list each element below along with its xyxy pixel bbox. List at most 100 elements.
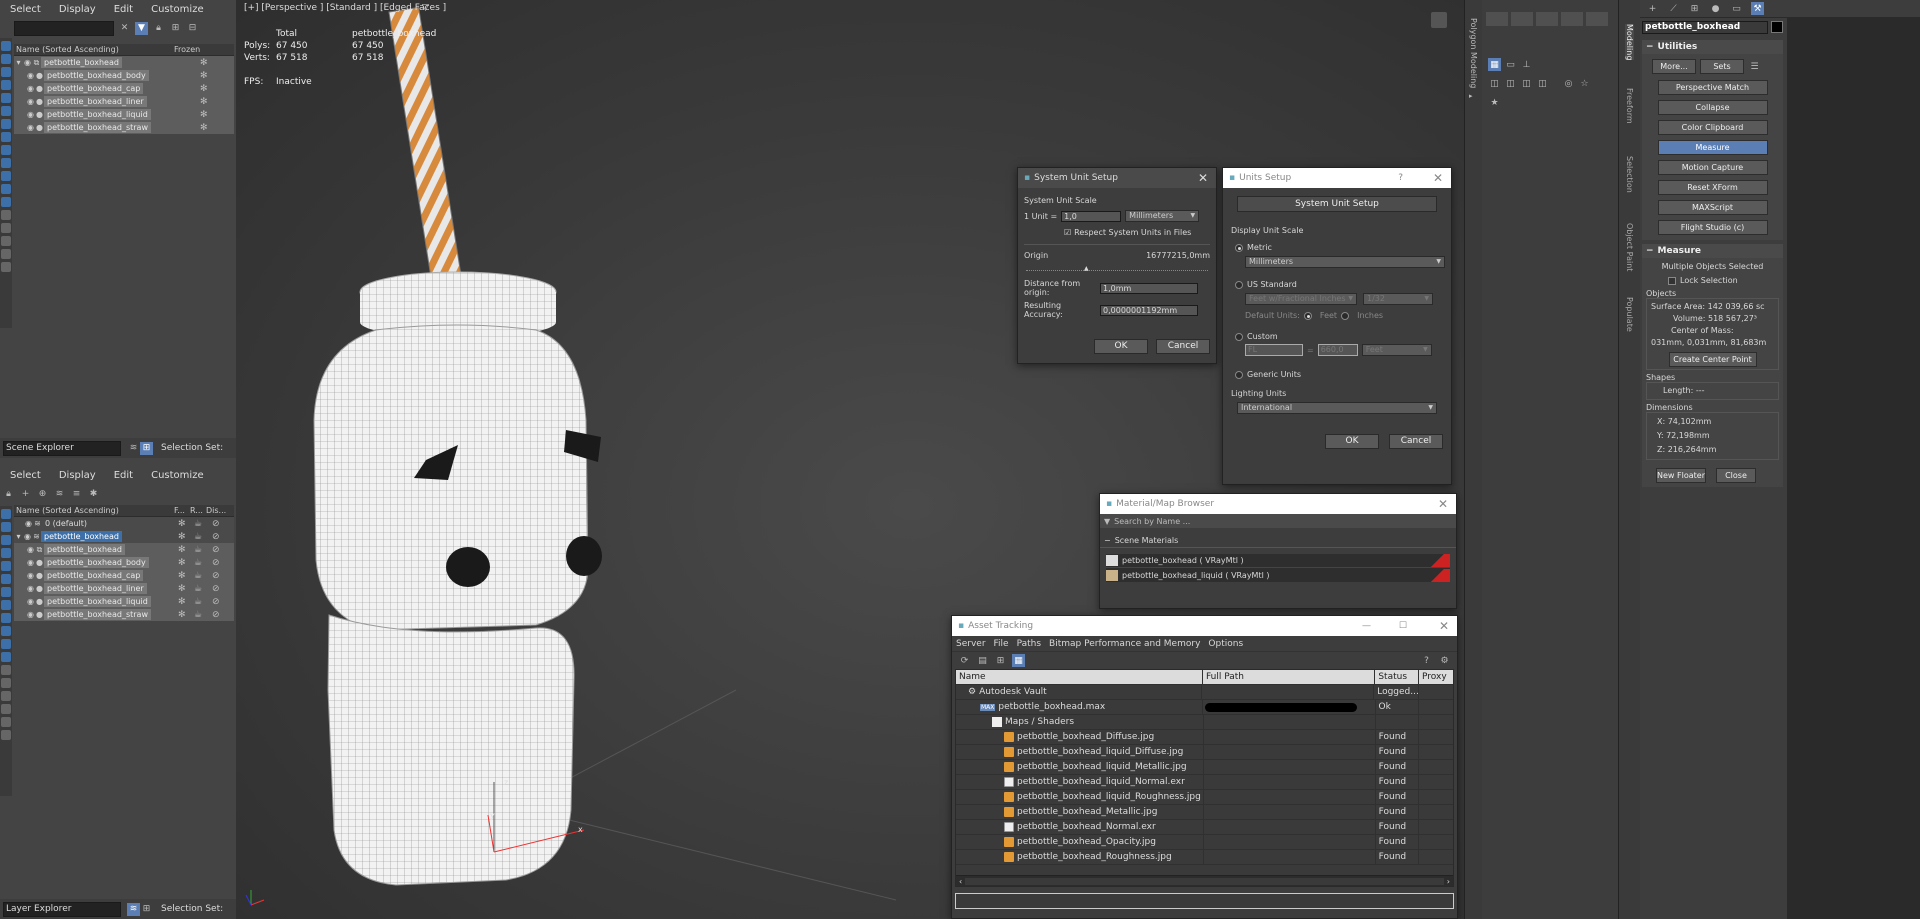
layer-stack-icon[interactable]: ≋ xyxy=(53,488,66,501)
menu-customize[interactable]: Customize xyxy=(151,4,204,15)
menu-paths[interactable]: Paths xyxy=(1017,639,1041,649)
layer-object-row[interactable]: ◉ ⧉ petbottle_boxhead ✻ ☕︎ ⊘ xyxy=(14,543,234,556)
menu-display[interactable]: Display xyxy=(59,4,96,15)
maxscript-button[interactable]: MAXScript xyxy=(1657,200,1768,215)
menu-select[interactable]: Select xyxy=(10,4,41,15)
freeze-icon[interactable]: ✻ xyxy=(178,610,186,620)
sets-button[interactable]: Sets xyxy=(1700,59,1744,74)
fraction-select[interactable]: 1/32 xyxy=(1363,293,1433,305)
polygon-icon[interactable]: ◫ xyxy=(1504,77,1517,90)
menu-bitmap-performance[interactable]: Bitmap Performance and Memory xyxy=(1049,639,1200,649)
reset-xform-button[interactable]: Reset XForm xyxy=(1657,180,1768,195)
display-icon[interactable]: ⊘ xyxy=(212,545,220,555)
funnel-icon[interactable] xyxy=(1,249,11,259)
asset-row[interactable]: petbottle_boxhead_liquid_Roughness.jpg Fo… xyxy=(956,789,1453,805)
scene-materials-group[interactable]: − Scene Materials xyxy=(1100,534,1456,548)
layer-object-row[interactable]: ◉ ● petbottle_boxhead_straw ✻ ☕︎ ⊘ xyxy=(14,608,234,621)
menu-options[interactable]: Options xyxy=(1208,639,1243,649)
col-display[interactable]: Dis... xyxy=(206,506,226,515)
menu-server[interactable]: Server xyxy=(956,639,986,649)
freeze-icon[interactable]: ✻ xyxy=(200,71,208,81)
eye-icon[interactable]: ◉ xyxy=(23,532,32,541)
col-name[interactable]: Name xyxy=(956,669,1203,685)
filter-icon[interactable]: ▼ xyxy=(135,21,148,35)
list-icon[interactable]: ▤ xyxy=(976,654,989,667)
render-icon[interactable]: ☕︎ xyxy=(194,597,202,607)
search-field[interactable] xyxy=(14,20,114,36)
flight-studio-button[interactable]: Flight Studio (c) xyxy=(1657,220,1768,235)
freeze-icon[interactable]: ✻ xyxy=(178,584,186,594)
freeze-icon[interactable]: ✻ xyxy=(178,519,186,529)
expand-icon[interactable]: ▾ xyxy=(14,58,23,67)
eye-icon[interactable]: ◉ xyxy=(26,558,35,567)
motion-capture-button[interactable]: Motion Capture xyxy=(1657,160,1768,175)
viewcube-icon[interactable] xyxy=(1431,12,1447,28)
tab-modeling[interactable]: Modeling xyxy=(1625,24,1634,61)
minimize-icon[interactable]: — xyxy=(1362,621,1371,631)
eye-icon[interactable]: ◉ xyxy=(26,123,35,132)
tool-icon[interactable] xyxy=(1561,12,1583,26)
asset-row[interactable]: petbottle_boxhead_Metallic.jpg Found xyxy=(956,804,1453,820)
display-icon[interactable]: ⊘ xyxy=(212,519,220,529)
element-icon[interactable]: ◫ xyxy=(1520,77,1533,90)
us-standard-radio[interactable] xyxy=(1235,280,1243,289)
display-geometry-icon[interactable] xyxy=(1,509,11,519)
display-icon[interactable]: ⊘ xyxy=(212,597,220,607)
collapse-icon[interactable]: − xyxy=(1104,536,1111,545)
ring-icon[interactable]: ◎ xyxy=(1562,77,1575,90)
head-mesh[interactable] xyxy=(313,324,589,631)
unit-type-select[interactable]: Millimeters xyxy=(1125,210,1200,222)
freeze-icon[interactable]: ✻ xyxy=(200,110,208,120)
freeze-icon[interactable]: ✻ xyxy=(178,597,186,607)
scroll-left-icon[interactable]: ‹ xyxy=(956,877,965,886)
object-name-field[interactable]: petbottle_boxhead xyxy=(1642,20,1768,34)
cancel-button[interactable]: Cancel xyxy=(1389,434,1443,449)
tree-row[interactable]: ◉ ● petbottle_boxhead_liquid ✻ xyxy=(14,108,234,121)
eye-icon[interactable]: ◉ xyxy=(26,110,35,119)
refresh-icon[interactable]: ⟳ xyxy=(958,654,971,667)
create-center-point-button[interactable]: Create Center Point xyxy=(1668,352,1757,367)
lock-selection-checkbox[interactable] xyxy=(1668,276,1676,285)
tree-row[interactable]: ◉ ● petbottle_boxhead_body ✻ xyxy=(14,69,234,82)
help-icon[interactable]: ? xyxy=(1420,654,1433,667)
menu-edit[interactable]: Edit xyxy=(114,4,133,15)
expand-icon[interactable]: ▾ xyxy=(14,532,23,541)
display-none-icon[interactable] xyxy=(1,210,11,220)
close-icon[interactable]: ✕ xyxy=(1438,497,1448,511)
scroll-right-icon[interactable]: › xyxy=(1444,877,1453,886)
custom-unit-select[interactable]: Feet xyxy=(1361,344,1432,356)
render-icon[interactable]: ☕︎ xyxy=(194,584,202,594)
tool-icon[interactable] xyxy=(1486,12,1508,26)
col-render[interactable]: R... xyxy=(190,506,206,515)
freeze-icon[interactable]: ✻ xyxy=(200,123,208,133)
asset-row[interactable]: Maps / Shaders xyxy=(956,714,1453,730)
tree-row[interactable]: ◉ ● petbottle_boxhead_liner ✻ xyxy=(14,95,234,108)
display-frozen-icon[interactable] xyxy=(1,639,11,649)
layers-toggle-icon[interactable]: ≋ xyxy=(127,442,140,455)
folder-icon[interactable] xyxy=(1,730,11,740)
menu-display[interactable]: Display xyxy=(59,470,96,481)
material-search-input[interactable]: Search by Name ... xyxy=(1114,517,1190,526)
tree-row[interactable]: ◉ ● petbottle_boxhead_cap ✻ xyxy=(14,82,234,95)
display-icon[interactable]: ▭ xyxy=(1730,2,1743,15)
layer-row[interactable]: ◉ ≋ 0 (default) ✻ ☕︎ ⊘ xyxy=(14,517,234,530)
close-icon[interactable]: ✕ xyxy=(1198,171,1208,185)
menu-edit[interactable]: Edit xyxy=(114,470,133,481)
freeze-icon[interactable]: ✻ xyxy=(200,84,208,94)
edit-poly-icon[interactable]: ▦ xyxy=(1488,58,1501,71)
material-item[interactable]: petbottle_boxhead_liquid ( VRayMtl ) xyxy=(1106,568,1450,582)
body-mesh[interactable] xyxy=(327,614,575,886)
layer-object-row[interactable]: ◉ ● petbottle_boxhead_cap ✻ ☕︎ ⊘ xyxy=(14,569,234,582)
tool-icon[interactable] xyxy=(1536,12,1558,26)
hierarchy-icon[interactable]: ⊞ xyxy=(1688,2,1701,15)
freeze-icon[interactable]: ✻ xyxy=(200,58,208,68)
tool-icon[interactable] xyxy=(1511,12,1533,26)
menu-select[interactable]: Select xyxy=(10,470,41,481)
utilities-rollout[interactable]: − Utilities xyxy=(1642,40,1783,54)
display-containers-icon[interactable] xyxy=(1,158,11,168)
col-freeze[interactable]: F... xyxy=(174,506,190,515)
display-all-icon[interactable] xyxy=(1,665,11,675)
freeze-icon[interactable]: ✻ xyxy=(178,558,186,568)
edge-icon[interactable]: ▭ xyxy=(1504,58,1517,71)
table-icon[interactable]: ▦ xyxy=(1012,654,1025,667)
